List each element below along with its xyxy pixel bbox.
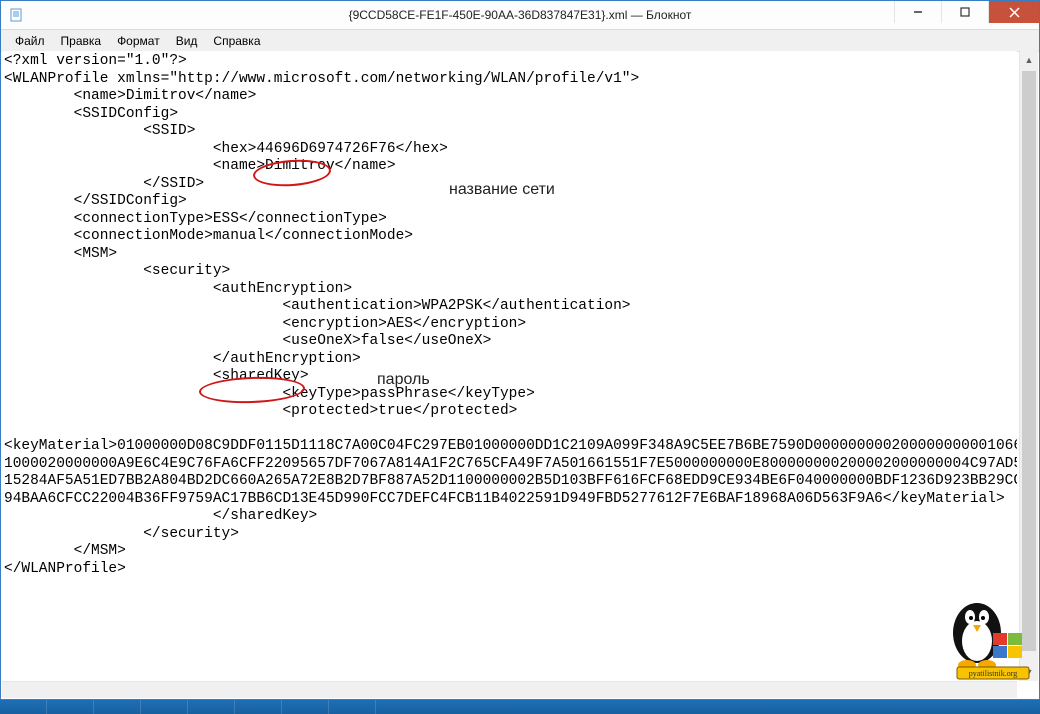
taskbar-item[interactable] bbox=[94, 700, 141, 714]
taskbar-item[interactable] bbox=[188, 700, 235, 714]
menu-file[interactable]: Файл bbox=[7, 32, 53, 50]
annotation-network-name: название сети bbox=[449, 181, 555, 199]
window-title: {9CCD58CE-FE1F-450E-90AA-36D837847E31}.x… bbox=[1, 8, 1039, 22]
window-controls bbox=[894, 1, 1039, 25]
menu-format[interactable]: Формат bbox=[109, 32, 168, 50]
scroll-down-icon[interactable]: ▼ bbox=[1020, 663, 1038, 681]
minimize-button[interactable] bbox=[894, 1, 941, 23]
taskbar-item[interactable] bbox=[47, 700, 94, 714]
maximize-button[interactable] bbox=[941, 1, 988, 23]
titlebar[interactable]: {9CCD58CE-FE1F-450E-90AA-36D837847E31}.x… bbox=[1, 1, 1039, 30]
vertical-scrollbar[interactable]: ▲ ▼ bbox=[1019, 51, 1038, 681]
annotation-password: пароль bbox=[377, 371, 430, 389]
app-icon bbox=[9, 7, 25, 23]
close-button[interactable] bbox=[988, 1, 1039, 23]
taskbar-item[interactable] bbox=[0, 700, 47, 714]
menubar: Файл Правка Формат Вид Справка bbox=[1, 30, 1039, 52]
menu-help[interactable]: Справка bbox=[205, 32, 268, 50]
menu-edit[interactable]: Правка bbox=[53, 32, 110, 50]
taskbar-item[interactable] bbox=[329, 700, 376, 714]
horizontal-scrollbar[interactable] bbox=[2, 681, 1017, 698]
notepad-window: {9CCD58CE-FE1F-450E-90AA-36D837847E31}.x… bbox=[0, 0, 1040, 700]
taskbar[interactable] bbox=[0, 700, 1040, 714]
scroll-thumb[interactable] bbox=[1022, 71, 1036, 651]
text-editor[interactable]: <?xml version="1.0"?> <WLANProfile xmlns… bbox=[2, 51, 1017, 681]
taskbar-item[interactable] bbox=[235, 700, 282, 714]
taskbar-item[interactable] bbox=[282, 700, 329, 714]
menu-view[interactable]: Вид bbox=[168, 32, 206, 50]
scroll-up-icon[interactable]: ▲ bbox=[1020, 51, 1038, 69]
taskbar-item[interactable] bbox=[141, 700, 188, 714]
